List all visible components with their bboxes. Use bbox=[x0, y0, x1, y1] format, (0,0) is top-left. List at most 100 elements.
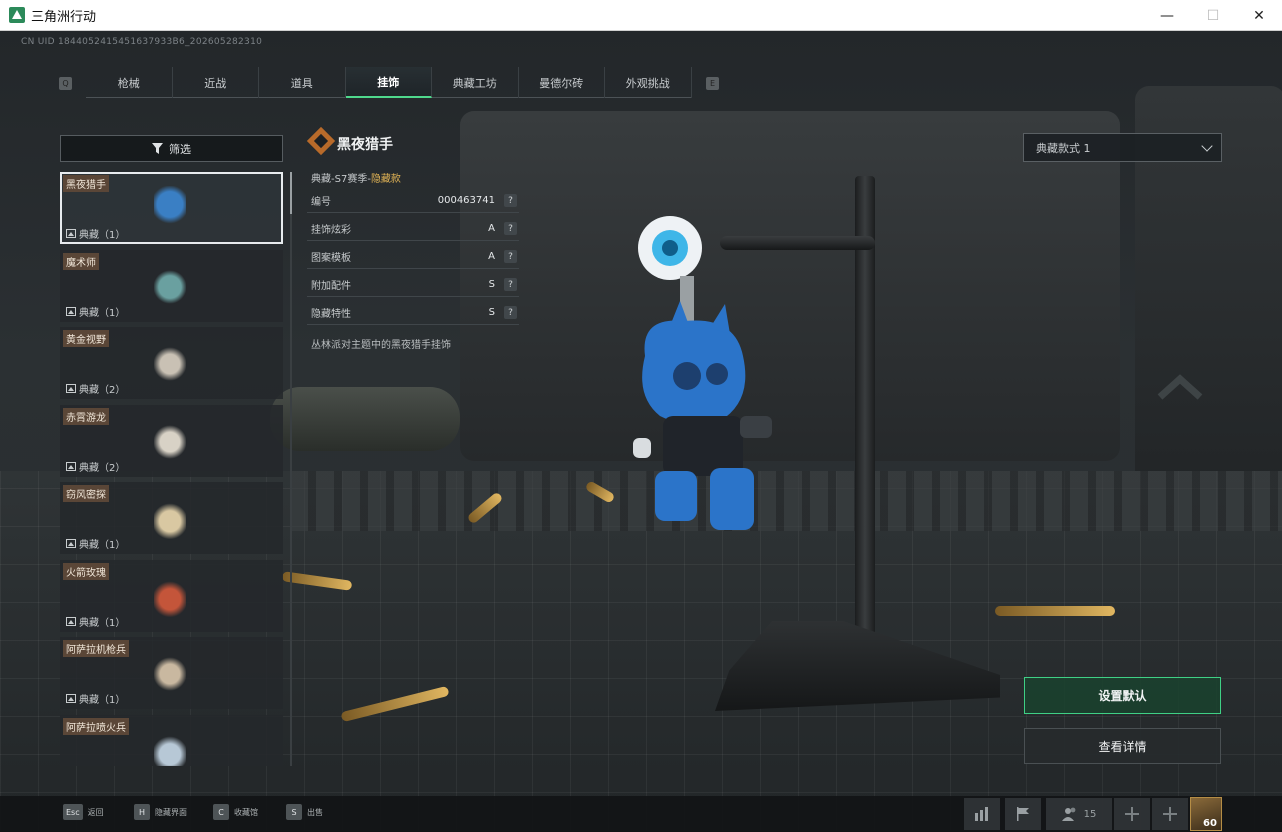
charm-category-icon bbox=[306, 126, 336, 156]
style-select-value: 典藏款式 1 bbox=[1036, 141, 1091, 155]
list-item[interactable]: 阿萨拉机枪兵 典藏（1） bbox=[60, 637, 283, 709]
hint-sell[interactable]: S 出售 bbox=[286, 804, 323, 820]
item-rarity: 典藏（1） bbox=[66, 304, 125, 319]
scene-grenade bbox=[270, 387, 460, 451]
tab-next-key: E bbox=[706, 77, 719, 90]
tab-appearance-challenge[interactable]: 外观挑战 bbox=[605, 67, 692, 98]
item-rarity-label: 典藏（2） bbox=[79, 385, 126, 396]
tab-firearms[interactable]: 枪械 bbox=[86, 67, 173, 98]
prop-label: 图案模板 bbox=[311, 253, 351, 264]
detail-title: 黑夜猎手 bbox=[337, 137, 393, 153]
plus-icon bbox=[1125, 807, 1139, 821]
tab-melee[interactable]: 近战 bbox=[173, 67, 259, 98]
help-icon[interactable]: ? bbox=[504, 222, 517, 235]
hint-collection[interactable]: C 收藏馆 bbox=[213, 804, 258, 820]
hint-label: 收藏馆 bbox=[234, 807, 258, 817]
add-slot-button[interactable] bbox=[1152, 798, 1188, 830]
minimize-button[interactable]: — bbox=[1144, 0, 1190, 31]
item-rarity-label: 典藏（1） bbox=[79, 307, 126, 319]
tab-charms[interactable]: 挂饰 bbox=[345, 67, 432, 98]
game-viewport: CN UID 1844052415451637933B6_20260528231… bbox=[0, 31, 1282, 832]
filter-button[interactable]: 筛选 bbox=[60, 135, 283, 162]
chevron-up-icon bbox=[1157, 374, 1203, 400]
prop-label: 编号 bbox=[311, 197, 331, 208]
item-name: 赤霄游龙 bbox=[63, 407, 109, 425]
prop-attachment: 附加配件 S ? bbox=[307, 273, 519, 297]
charm-model-black-night-hunter[interactable] bbox=[625, 206, 785, 546]
bar-chart-icon bbox=[975, 807, 988, 821]
item-rarity: 典藏（2） bbox=[66, 381, 125, 396]
item-rarity: 典藏（2） bbox=[66, 459, 125, 474]
friends-button[interactable]: 15 bbox=[1046, 798, 1112, 830]
item-thumbnail bbox=[154, 418, 186, 465]
item-name: 魔术师 bbox=[63, 252, 99, 270]
tab-mandel-brick[interactable]: 曼德尔砖 bbox=[519, 67, 605, 98]
prop-serial: 编号 000463741 ? bbox=[307, 189, 519, 213]
detail-variant: 隐藏款 bbox=[370, 174, 401, 185]
help-icon[interactable]: ? bbox=[504, 194, 517, 207]
style-variant-select[interactable]: 典藏款式 1 bbox=[1023, 133, 1222, 162]
tab-prev-key: Q bbox=[59, 77, 72, 90]
detail-description: 丛林派对主题中的黑夜猎手挂饰 bbox=[311, 340, 451, 351]
list-scrollbar-track[interactable] bbox=[290, 172, 292, 766]
key-h: H bbox=[134, 804, 150, 820]
hint-back[interactable]: Esc 返回 bbox=[63, 804, 104, 820]
stats-button[interactable] bbox=[964, 798, 1000, 830]
item-rarity: 典藏（1） bbox=[66, 614, 125, 629]
view-details-button[interactable]: 查看详情 bbox=[1024, 728, 1221, 764]
item-rarity: 典藏（1） bbox=[66, 691, 125, 706]
list-item[interactable]: 黄金视野 典藏（2） bbox=[60, 327, 283, 399]
plus-icon bbox=[1163, 807, 1177, 821]
list-item[interactable]: 窃风密探 典藏（1） bbox=[60, 482, 283, 554]
key-s: S bbox=[286, 804, 302, 820]
scene-rail bbox=[290, 471, 1282, 531]
chevron-down-icon bbox=[1201, 140, 1213, 152]
image-icon bbox=[66, 461, 76, 471]
scene-weapon-case bbox=[460, 111, 1120, 461]
hint-hide-ui[interactable]: H 隐藏界面 bbox=[134, 804, 187, 820]
help-icon[interactable]: ? bbox=[504, 250, 517, 263]
prop-value: S bbox=[488, 307, 495, 318]
list-scrollbar-thumb[interactable] bbox=[290, 172, 292, 214]
add-slot-button[interactable] bbox=[1114, 798, 1150, 830]
player-level: 60 bbox=[1203, 818, 1217, 829]
item-rarity-label: 典藏（1） bbox=[79, 617, 126, 629]
item-rarity-label: 典藏（1） bbox=[79, 230, 126, 241]
list-item[interactable]: 赤霄游龙 典藏（2） bbox=[60, 404, 283, 477]
scene-bullet bbox=[995, 606, 1115, 616]
close-button[interactable]: ✕ bbox=[1236, 0, 1282, 31]
prop-charm-color: 挂饰炫彩 A ? bbox=[307, 217, 519, 241]
item-thumbnail bbox=[154, 263, 186, 310]
image-icon bbox=[66, 694, 76, 703]
item-rarity: 典藏（1） bbox=[66, 536, 125, 551]
item-rarity-label: 典藏（1） bbox=[79, 540, 126, 551]
charm-list: 黑夜猎手 典藏（1） 魔术师 典藏（1） 黄金视野 典藏（2） 赤霄游龙 典藏（… bbox=[60, 172, 283, 766]
prop-value: S bbox=[488, 279, 495, 290]
hint-label: 返回 bbox=[87, 807, 104, 817]
help-icon[interactable]: ? bbox=[504, 306, 517, 319]
tab-items[interactable]: 道具 bbox=[259, 67, 346, 98]
item-rarity-label: 典藏（2） bbox=[79, 462, 126, 474]
image-icon bbox=[66, 539, 76, 548]
filter-icon bbox=[152, 143, 163, 154]
item-name: 火箭玫瑰 bbox=[63, 562, 109, 580]
prop-hidden-trait: 隐藏特性 S ? bbox=[307, 301, 519, 325]
image-icon bbox=[66, 616, 76, 626]
help-icon[interactable]: ? bbox=[504, 278, 517, 291]
bottom-bar: Esc 返回 H 隐藏界面 C 收藏馆 S 出售 15 60 bbox=[0, 796, 1282, 832]
list-item[interactable]: 魔术师 典藏（1） bbox=[60, 249, 283, 322]
item-thumbnail bbox=[154, 651, 186, 697]
prop-label: 附加配件 bbox=[311, 281, 351, 292]
list-item[interactable]: 火箭玫瑰 典藏（1） bbox=[60, 559, 283, 632]
set-default-button[interactable]: 设置默认 bbox=[1024, 677, 1221, 714]
tab-collection-workshop[interactable]: 典藏工坊 bbox=[432, 67, 519, 98]
prop-value: A bbox=[488, 251, 495, 262]
detail-subtitle: 典藏-S7赛季-隐藏款 bbox=[311, 170, 401, 185]
list-item[interactable]: 黑夜猎手 典藏（1） bbox=[60, 172, 283, 244]
prop-value: A bbox=[488, 223, 495, 234]
item-name: 黑夜猎手 bbox=[63, 175, 109, 192]
item-rarity: 典藏（1） bbox=[66, 226, 125, 241]
maximize-button[interactable]: ☐ bbox=[1190, 0, 1236, 31]
flag-button[interactable] bbox=[1005, 798, 1041, 830]
list-item[interactable]: 阿萨拉喷火兵 bbox=[60, 714, 283, 766]
